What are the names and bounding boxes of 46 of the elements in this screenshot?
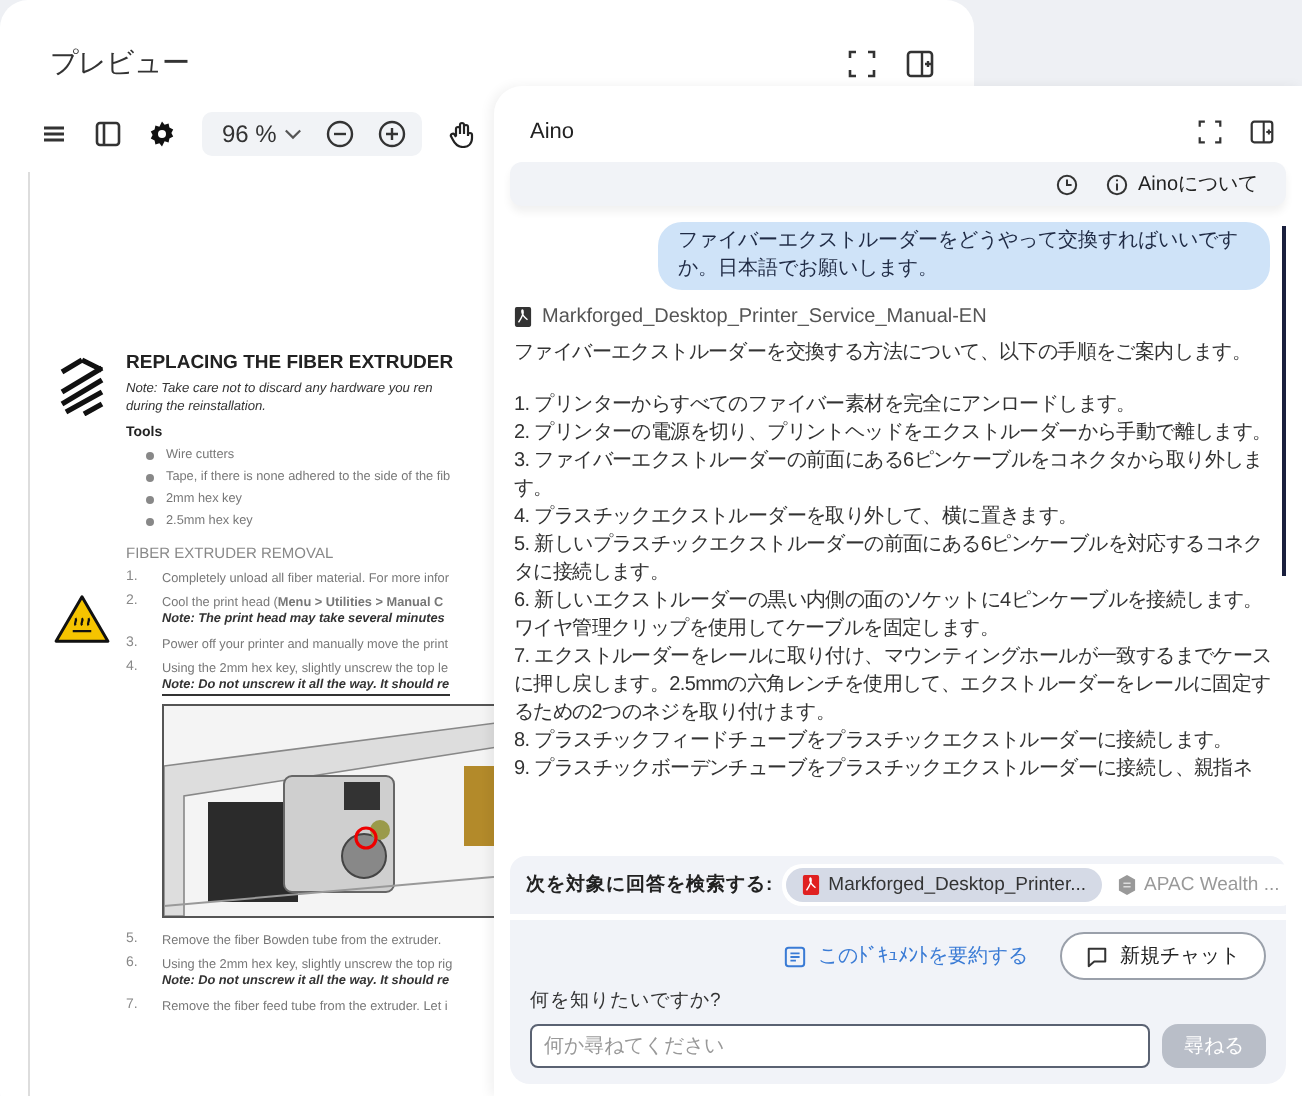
answer-step: 7. エクストルーダーをレールに取り付け、マウンティングホールが一致するまでケースに押し戻します。2.5mmの六角レンチを使用して、エクストルーダーをレールに固定するための2つのネジを取り付けます。 bbox=[514, 644, 1278, 728]
panel-title: プレビュー bbox=[50, 46, 190, 82]
bullet-icon bbox=[146, 473, 154, 481]
chat-bubble-icon bbox=[1086, 945, 1108, 967]
answer-step: 5. 新しいプラスチックエクストルーダーの前面にある6ピンケーブルを対応するコネクタに接続します。 bbox=[514, 532, 1278, 588]
scrollbar[interactable] bbox=[1282, 226, 1286, 576]
hot-surface-warning-icon bbox=[54, 594, 110, 644]
history-clock-icon[interactable] bbox=[1055, 173, 1078, 195]
new-chat-button[interactable]: 新規チャット bbox=[1060, 932, 1266, 980]
pdf-file-icon bbox=[802, 874, 821, 896]
document-heading: REPLACING THE FIBER EXTRUDER bbox=[126, 352, 454, 374]
bullet-icon bbox=[146, 451, 154, 459]
bullet-icon bbox=[146, 495, 154, 503]
answer-step: 8. プラスチックフィードチューブをプラスチックエクストルーダーに接続します。 bbox=[514, 728, 1278, 756]
question-input-field[interactable]: 何か尋ねてください bbox=[530, 1024, 1150, 1068]
answer-step: 3. ファイバーエクストルーダーの前面にある6ピンケーブルをコネクタから取り外します。 bbox=[514, 448, 1278, 504]
answer-step: 9. プラスチックボーデンチューブをプラスチックエクストルーダーに接続し、親指ネ bbox=[514, 756, 1278, 784]
search-scope-label: 次を対象に回答を検索する: bbox=[526, 872, 773, 898]
zoom-in-icon[interactable] bbox=[378, 120, 407, 148]
document-icon bbox=[1118, 874, 1137, 896]
source-chip[interactable]: Markforged_Desktop_Printer... bbox=[786, 868, 1103, 902]
document-lines-icon bbox=[784, 945, 806, 967]
settings-icon[interactable] bbox=[148, 120, 176, 148]
answer-step: 1. プリンターからすべてのファイバー素材を完全にアンロードします。 bbox=[514, 392, 1278, 420]
fullscreen-icon[interactable] bbox=[848, 50, 876, 78]
info-icon bbox=[1105, 173, 1128, 195]
side-panel-icon[interactable] bbox=[906, 50, 934, 78]
summarize-link[interactable]: このﾄﾞｷｭﾒﾝﾄを要約する bbox=[784, 942, 1028, 970]
answer-step: 2. プリンターの電源を切り、プリントヘッドをエクストルーダーから手動で離します。 bbox=[514, 420, 1278, 448]
striped-hexagon-logo-icon bbox=[56, 356, 108, 416]
answer-step: 4. プラスチックエクストルーダーを取り外して、横に置きます。 bbox=[514, 504, 1278, 532]
panel-title: Aino bbox=[530, 120, 575, 144]
hand-icon[interactable] bbox=[448, 120, 477, 148]
about-button[interactable]: Ainoについて bbox=[1105, 170, 1258, 198]
user-message: ファイバーエクストルーダーをどうやって交換すればいいですか。日本語でお願いします。 bbox=[658, 222, 1270, 290]
sidebar-icon[interactable] bbox=[94, 120, 122, 148]
answer-intro: ファイバーエクストルーダーを交換する方法について、以下の手順をご案内します。 bbox=[514, 340, 1254, 368]
source-document-link[interactable]: Markforged_Desktop_Printer_Service_Manual-EN bbox=[542, 306, 987, 328]
question-label: 何を知りたいですか? bbox=[530, 988, 723, 1014]
side-panel-icon[interactable] bbox=[1250, 120, 1274, 144]
bullet-icon bbox=[146, 517, 154, 525]
chevron-down-icon bbox=[284, 128, 303, 140]
answer-step: 6. 新しいエクストルーダーの黒い内側の面のソケットに4ピンケーブルを接続します。ワイヤ管理クリップを使用してケーブルを固定します。 bbox=[514, 588, 1278, 644]
pdf-file-icon bbox=[514, 306, 532, 328]
fullscreen-icon[interactable] bbox=[1198, 120, 1222, 144]
zoom-out-icon[interactable] bbox=[326, 120, 355, 148]
